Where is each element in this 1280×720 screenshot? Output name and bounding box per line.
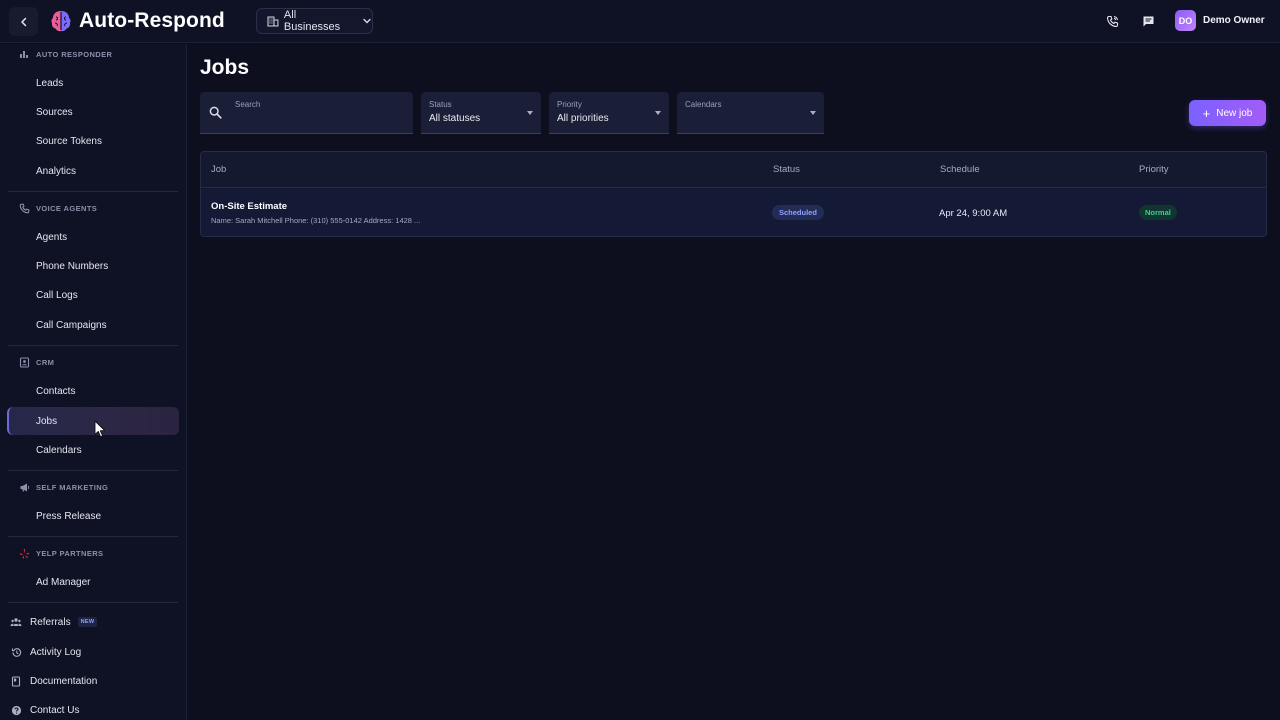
sidebar-item-documentation[interactable]: Documentation: [10, 673, 97, 689]
section-crm: CRM: [18, 355, 54, 369]
job-schedule: Apr 24, 9:00 AM: [939, 208, 1008, 219]
plus-icon: +: [1202, 105, 1211, 121]
sidebar-divider: [8, 536, 178, 537]
sidebar-divider: [8, 602, 178, 603]
column-header-priority[interactable]: Priority: [1139, 164, 1169, 175]
avatar: DO: [1175, 10, 1196, 31]
section-voice-agents: VOICE AGENTS: [18, 201, 97, 215]
new-badge: NEW: [77, 617, 98, 627]
sidebar-divider: [8, 345, 178, 346]
sidebar-item-press-release[interactable]: Press Release: [7, 502, 179, 530]
section-auto-responder: AUTO RESPONDER: [18, 47, 112, 61]
sidebar-divider: [8, 470, 178, 471]
business-selector[interactable]: All Businesses: [256, 8, 373, 34]
sidebar-item-sources[interactable]: Sources: [7, 98, 179, 126]
sidebar-divider: [8, 191, 178, 192]
calendars-filter[interactable]: Calendars: [677, 92, 824, 134]
sidebar-item-referrals[interactable]: Referrals NEW: [10, 614, 98, 630]
job-description: Name: Sarah Mitchell Phone: (310) 555-01…: [211, 216, 421, 225]
phone-icon: [18, 202, 30, 214]
new-job-button[interactable]: + New job: [1189, 100, 1266, 126]
building-icon: [267, 16, 279, 27]
status-filter[interactable]: Status All statuses: [421, 92, 541, 134]
priority-filter-label: Priority: [557, 100, 582, 109]
dropdown-caret-icon: [527, 111, 533, 115]
search-label: Search: [235, 100, 261, 109]
status-filter-value: All statuses: [429, 113, 481, 124]
yelp-icon: [18, 547, 30, 559]
table-row[interactable]: On-Site Estimate Name: Sarah Mitchell Ph…: [201, 189, 1266, 236]
dropdown-caret-icon: [655, 111, 661, 115]
search-field[interactable]: Search: [200, 92, 413, 134]
status-badge: Scheduled: [772, 205, 824, 220]
app-title: Auto-Respond: [79, 9, 225, 32]
mouse-cursor-icon: [94, 420, 106, 438]
sidebar-item-contacts[interactable]: Contacts: [7, 377, 179, 405]
phone-icon: [1106, 15, 1118, 27]
priority-filter-value: All priorities: [557, 113, 609, 124]
sidebar: AUTO RESPONDER Leads Sources Source Toke…: [0, 44, 187, 720]
page-title: Jobs: [200, 56, 250, 79]
column-header-status[interactable]: Status: [773, 164, 800, 175]
section-yelp-partners: YELP PARTNERS: [18, 546, 103, 560]
sidebar-item-call-logs[interactable]: Call Logs: [7, 281, 179, 309]
people-icon: [10, 616, 22, 628]
brain-logo-icon: [51, 11, 71, 32]
sidebar-item-contact-us[interactable]: Contact Us: [10, 702, 79, 718]
search-input[interactable]: [235, 112, 405, 128]
job-title: On-Site Estimate: [211, 201, 288, 212]
sidebar-item-ad-manager[interactable]: Ad Manager: [7, 568, 179, 596]
back-chevron-icon: [20, 17, 26, 26]
priority-badge: Normal: [1139, 205, 1177, 220]
history-icon: [10, 646, 22, 658]
phone-button[interactable]: [1100, 10, 1124, 32]
messages-button[interactable]: [1136, 10, 1160, 32]
sidebar-item-calendars[interactable]: Calendars: [7, 436, 179, 464]
sidebar-item-agents[interactable]: Agents: [7, 223, 179, 251]
column-header-job[interactable]: Job: [211, 164, 226, 175]
sidebar-item-jobs[interactable]: Jobs: [7, 407, 179, 435]
sidebar-item-activity-log[interactable]: Activity Log: [10, 644, 81, 660]
business-selector-label: All Businesses: [283, 9, 341, 33]
top-bar: Auto-Respond All Businesses DO Demo Owne…: [0, 0, 1280, 43]
column-header-schedule[interactable]: Schedule: [940, 164, 980, 175]
chat-icon: [1143, 16, 1153, 26]
chevron-down-icon: [362, 16, 372, 26]
priority-filter[interactable]: Priority All priorities: [549, 92, 669, 134]
section-self-marketing: SELF MARKETING: [18, 480, 108, 494]
help-icon: [10, 704, 22, 716]
megaphone-icon: [18, 481, 30, 493]
calendars-filter-label: Calendars: [685, 100, 722, 109]
status-filter-label: Status: [429, 100, 452, 109]
new-job-label: New job: [1216, 107, 1253, 119]
user-name: Demo Owner: [1203, 15, 1265, 26]
search-icon: [209, 106, 222, 124]
dropdown-caret-icon: [810, 111, 816, 115]
jobs-table: Job Status Schedule Priority On-Site Est…: [200, 151, 1267, 237]
table-header: Job Status Schedule Priority: [201, 152, 1266, 188]
back-button[interactable]: [9, 7, 38, 36]
sidebar-item-leads[interactable]: Leads: [7, 69, 179, 97]
contacts-icon: [18, 356, 30, 368]
bar-chart-icon: [18, 48, 30, 60]
sidebar-item-phone-numbers[interactable]: Phone Numbers: [7, 252, 179, 280]
sidebar-item-source-tokens[interactable]: Source Tokens: [7, 127, 179, 155]
sidebar-item-call-campaigns[interactable]: Call Campaigns: [7, 311, 179, 339]
book-icon: [10, 675, 22, 687]
sidebar-item-analytics[interactable]: Analytics: [7, 157, 179, 185]
user-menu[interactable]: DO Demo Owner: [1175, 10, 1265, 31]
